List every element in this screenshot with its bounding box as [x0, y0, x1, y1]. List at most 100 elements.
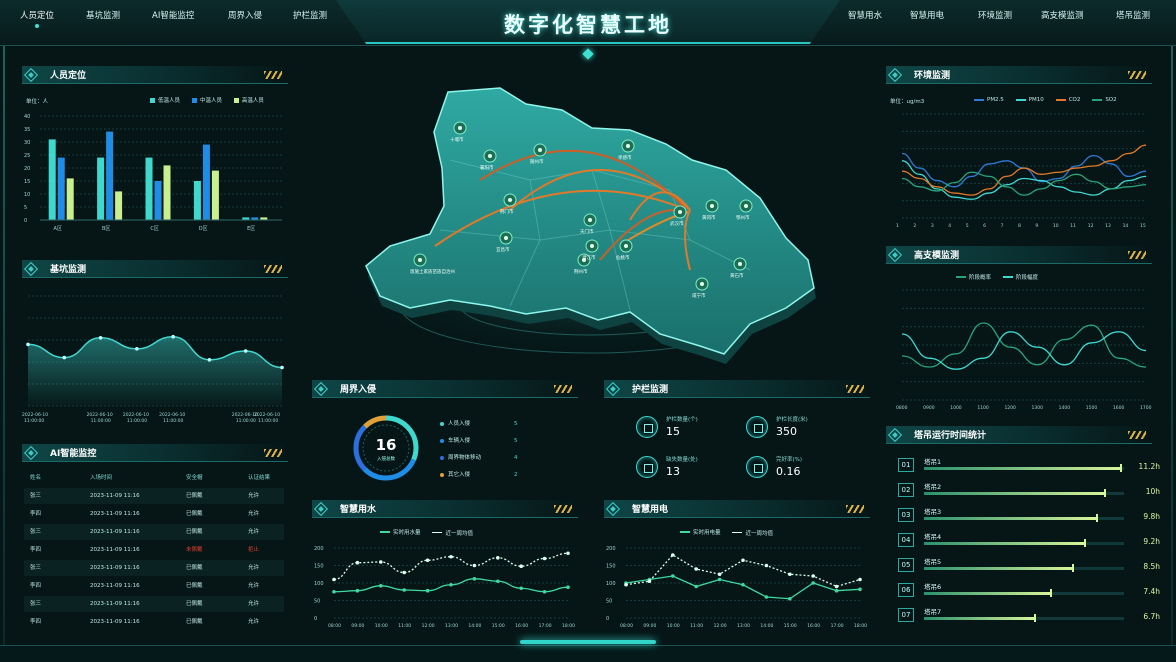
data-point — [788, 572, 792, 577]
crane-progress-marker — [1120, 464, 1122, 472]
data-point — [243, 349, 248, 353]
x-tick-label: 2022-06-10 — [22, 412, 48, 418]
data-point — [566, 585, 570, 589]
table-row[interactable]: 张三 2023-11-09 11:16 已佩戴 允许 — [24, 488, 284, 504]
crane-progress — [924, 567, 1124, 570]
percent-icon — [746, 456, 768, 478]
y-tick-label: 100 — [606, 581, 616, 587]
x-tick-label: 11 — [1070, 223, 1076, 229]
x-tick-label: 0800 — [896, 405, 908, 411]
table-cell: 允许 — [248, 583, 260, 589]
personnel-unit: 单位：人 — [26, 99, 49, 105]
table-row[interactable]: 李四 2023-11-09 11:16 已佩戴 允许 — [24, 614, 284, 630]
marker-label: 咸宁市 — [692, 292, 706, 299]
table-row[interactable]: 张三 2023-11-09 11:16 已佩戴 允许 — [24, 524, 284, 540]
data-point — [135, 347, 139, 351]
y-tick-label: 5 — [24, 205, 27, 211]
table-cell: 允许 — [248, 493, 260, 499]
y-tick-label: 150 — [314, 564, 324, 570]
panel-header-environment: 环境监测 — [886, 66, 1152, 84]
table-row[interactable]: 李四 2023-11-09 11:16 已佩戴 允许 — [24, 578, 284, 594]
table-row[interactable]: 张三 2023-11-09 11:16 已佩戴 允许 — [24, 596, 284, 612]
table-cell: 允许 — [248, 529, 260, 535]
table-row[interactable]: 李四 2023-11-09 11:16 已佩戴 允许 — [24, 506, 284, 522]
crane-list: 01 塔吊1 11.2h 02 塔吊2 10h 03 塔吊3 9.8h 04 塔吊4 9.2h 05 塔吊… — [890, 454, 1160, 634]
x-tick-label: 1 — [896, 223, 899, 229]
nav-power[interactable]: 智慧用电 — [904, 8, 950, 24]
crane-progress-marker — [1072, 564, 1074, 572]
marker-label: 襄阳市 — [480, 164, 494, 171]
table-cell: 已佩戴 — [186, 529, 203, 535]
nav-crane[interactable]: 塔吊监测 — [1110, 8, 1156, 24]
x-tick-label: 11:00:00 — [236, 418, 256, 424]
y-tick-label: 15 — [24, 179, 30, 185]
panel-header-ai-monitor: AI智能监控 — [22, 444, 288, 462]
crane-progress-fill — [924, 517, 1096, 520]
data-point — [694, 584, 698, 589]
x-tick-label: 13:00 — [445, 623, 458, 629]
perimeter-item-value: 4 — [514, 455, 518, 461]
data-point — [811, 581, 815, 585]
nav-personnel[interactable]: 人员定位 — [14, 8, 60, 28]
stripes-decoration — [1128, 71, 1146, 79]
foundation-area-chart: 2022-06-1011:00:002022-06-1011:00:002022… — [22, 295, 284, 424]
nav-water[interactable]: 智慧用水 — [842, 8, 888, 24]
crane-progress-fill — [924, 592, 1050, 595]
crane-name: 塔吊2 — [924, 483, 942, 491]
nav-ai-monitor[interactable]: AI智能监控 — [146, 8, 200, 24]
y-tick-label: 40 — [24, 114, 30, 120]
nav-foundation[interactable]: 基坑监测 — [80, 8, 126, 24]
railing-rate: 完好率(%) 0.16 — [746, 452, 876, 492]
marker-label: 孝感市 — [618, 154, 632, 161]
panel-title-ai-monitor: AI智能监控 — [50, 449, 97, 459]
environment-line-chart: 1 2 3 4 5 6 7 8 9 10 11 12 13 14 15 — [896, 113, 1147, 229]
legend-label: CO2 — [1068, 97, 1081, 103]
x-tick-label: 16:00 — [807, 623, 820, 629]
ai-monitor-table: 姓名 入场时间 安全帽 认证结果 张三 2023-11-09 11:16 已佩戴 允许 李四 20… — [24, 470, 286, 636]
data-point — [788, 596, 792, 601]
crane-progress-marker — [1096, 514, 1098, 522]
table-cell: 已佩戴 — [186, 511, 203, 517]
x-tick-label: B区 — [102, 226, 110, 232]
data-point — [402, 570, 406, 575]
table-row[interactable]: 张三 2023-11-09 11:16 已佩戴 允许 — [24, 560, 284, 576]
crane-name: 塔吊7 — [924, 608, 942, 616]
table-cell: 李四 — [30, 619, 42, 625]
panel-header-railing: 护栏监测 — [604, 380, 870, 398]
table-cell: 2023-11-09 11:16 — [90, 547, 140, 553]
railing-count-value: 15 — [666, 425, 680, 438]
x-tick-label: 12:00 — [714, 623, 727, 629]
crane-row: 05 塔吊5 8.5h — [890, 554, 1160, 578]
data-point — [624, 582, 628, 587]
x-tick-label: 11:00:00 — [91, 418, 111, 424]
x-tick-label: 11:00:00 — [127, 418, 147, 424]
nav-environment[interactable]: 环境监测 — [972, 8, 1018, 24]
x-tick-label: 6 — [983, 223, 986, 229]
y-tick-label: 20 — [24, 166, 30, 172]
data-point — [332, 589, 336, 594]
perimeter-item: 其它入侵 2 — [440, 469, 526, 481]
data-point — [717, 577, 722, 582]
table-cell: 允许 — [248, 619, 260, 625]
table-cell: 张三 — [30, 493, 42, 499]
nav-formwork[interactable]: 高支模监测 — [1035, 8, 1090, 24]
panel-header-perimeter: 周界入侵 — [312, 380, 578, 398]
crane-progress — [924, 467, 1124, 470]
x-tick-label: 3 — [931, 223, 934, 229]
perimeter-item-label: 周界物体移动 — [448, 455, 482, 461]
crane-value: 9.8h — [1143, 512, 1160, 521]
data-point — [171, 334, 175, 339]
panel-header-foundation: 基坑监测 — [22, 260, 288, 278]
y-tick-label: 50 — [314, 599, 320, 605]
x-tick-label: A区 — [54, 226, 62, 232]
warning-icon — [636, 456, 658, 478]
nav-perimeter[interactable]: 周界入侵 — [222, 8, 268, 24]
x-tick-label: 1000 — [950, 405, 962, 411]
right-frame-line — [1171, 46, 1173, 646]
table-row[interactable]: 李四 2023-11-09 11:16 未佩戴 拒止 — [24, 542, 284, 558]
nav-railing[interactable]: 护栏监测 — [287, 8, 333, 24]
column-header: 入场时间 — [90, 475, 113, 481]
panel-title-water: 智慧用水 — [340, 505, 377, 515]
crane-no: 01 — [898, 458, 914, 472]
table-cell: 2023-11-09 11:16 — [90, 565, 140, 571]
